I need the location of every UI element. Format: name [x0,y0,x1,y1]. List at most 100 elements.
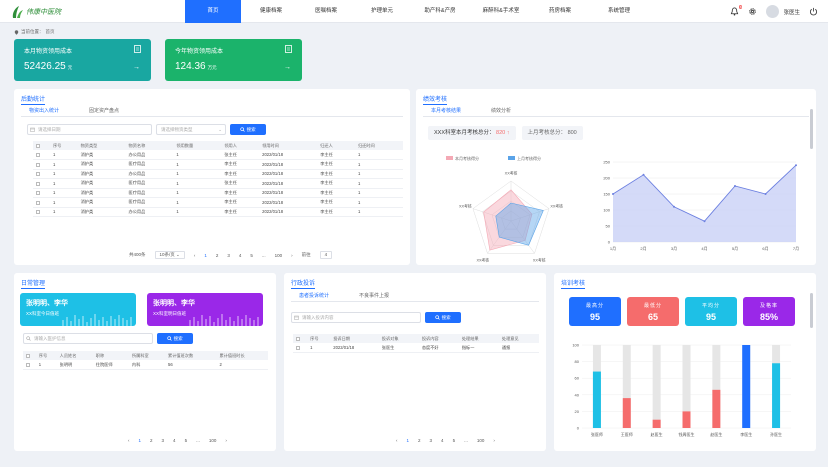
page-number[interactable]: 100 [275,253,283,258]
row-checkbox[interactable] [36,200,40,205]
arrow-right-icon[interactable]: → [133,64,140,71]
nav-item-4[interactable]: 助产科&产房 [412,0,468,23]
table-cell: 1 [49,207,78,217]
decorative-bar [114,319,116,326]
row-checkbox[interactable] [36,172,40,177]
table-cell: 张明明 [56,360,93,370]
arrow-right-icon[interactable]: → [284,64,291,71]
column-header [293,334,308,343]
complaint-search-input[interactable]: 请输入投诉内容 [291,312,421,323]
tab-adverse-events[interactable]: 不良事件上报 [351,291,397,301]
next-page-icon[interactable]: › [493,438,495,443]
date-picker[interactable]: 请选择日期 [27,124,152,135]
row-checkbox[interactable] [36,162,40,167]
row-checkbox[interactable] [36,191,40,196]
staff-search-button[interactable]: 搜索 [157,333,193,344]
tab-monthly-result[interactable]: 本月考核结果 [423,106,470,117]
top-nav: 伟康中医院 首页 健康档案 医嘱档案 护理单元 助产科&产房 麻醉科&手术室 药房档案 系统管… [0,0,828,23]
row-checkbox[interactable] [36,181,40,186]
page-number[interactable]: 4 [239,253,242,258]
table-row[interactable]: 1 消护类 医疗用品 1 李主任 2022/01/18 李主任 1 [33,159,403,170]
table-row[interactable]: 1 消护类 医疗用品 1 张主任 2022/01/18 李主任 1 [33,178,403,189]
decorative-bar [126,320,128,326]
prev-page-icon[interactable]: ‹ [396,438,398,443]
page-number[interactable]: 100 [209,438,217,443]
complaint-search-button[interactable]: 搜索 [425,312,461,323]
nav-item-5[interactable]: 麻醉科&手术室 [472,0,530,23]
scrollbar[interactable] [810,293,813,328]
goto-input[interactable]: 4 [319,251,333,259]
page-number[interactable]: ... [464,438,468,443]
table-cell: 1 [173,169,222,179]
next-page-icon[interactable]: › [291,253,293,258]
page-number[interactable]: 5 [250,253,253,258]
page-number[interactable]: 4 [441,438,444,443]
table-row[interactable]: 1 2022/01/18 张医生 态度不好 指标一 通报 [293,343,539,353]
row-checkbox[interactable] [26,362,30,367]
table-row[interactable]: 1 消护类 办公用品 1 李主任 2022/01/18 李主任 1 [33,169,403,179]
page-number[interactable]: 3 [227,253,230,258]
table-cell: 消护类 [77,159,126,170]
tab-performance-analysis[interactable]: 绩效分析 [483,106,519,116]
page-number[interactable]: 1 [139,438,142,443]
breadcrumb-current[interactable]: 首页 [46,29,55,35]
tab-complaint-stats[interactable]: 患者投诉统计 [291,291,338,302]
row-checkbox[interactable] [296,345,300,350]
duty-card[interactable]: 张明明、李华 XX科室明日值班 [147,293,263,326]
page-number[interactable]: 1 [204,253,207,258]
table-row[interactable]: 1 张明明 住院医师 内科 56 2 [23,360,268,370]
scrollbar[interactable] [810,109,813,149]
row-checkbox[interactable] [36,152,40,157]
page-number[interactable]: 100 [477,438,485,443]
nav-item-0[interactable]: 首页 [185,0,241,23]
table-cell: 1 [354,159,403,170]
gear-icon[interactable] [748,7,757,16]
page-size-select[interactable]: 10条/页 ⌄ [154,251,185,259]
select-all-checkbox[interactable] [26,353,30,358]
page-number[interactable]: ... [262,253,266,258]
stat-value: 52426.25 [24,61,66,72]
table-row[interactable]: 1 消护类 医疗用品 1 李主任 2022/01/18 李主任 1 [33,188,403,198]
tab-material-stats[interactable]: 物资出入统计 [21,106,68,117]
select-all-checkbox[interactable] [296,336,300,341]
avatar[interactable] [766,5,780,18]
nav-item-2[interactable]: 医嘱档案 [300,0,352,23]
page-number[interactable]: 1 [407,438,410,443]
nav-item-6[interactable]: 药房档案 [534,0,586,23]
logo[interactable]: 伟康中医院 [10,4,61,19]
user-name[interactable]: 张医生 [783,8,800,16]
stat-card-year[interactable]: 今年物资领用成本 124.36 万元 → [165,39,302,81]
nav-item-7[interactable]: 系统管理 [590,0,648,23]
row-checkbox[interactable] [36,210,40,215]
page-number[interactable]: 4 [173,438,176,443]
table-cell: 1 [173,188,222,198]
page-number[interactable]: 2 [150,438,153,443]
bell-icon[interactable]: 6 [730,5,743,16]
tab-asset-inventory[interactable]: 固定资产盘点 [81,106,127,116]
power-icon[interactable] [809,7,818,16]
search-button[interactable]: 搜索 [230,124,266,135]
page-number[interactable]: 5 [453,438,456,443]
page-number[interactable]: ... [196,438,200,443]
page-number[interactable]: 5 [185,438,188,443]
next-page-icon[interactable]: › [225,438,227,443]
page-number[interactable]: 2 [216,253,219,258]
decorative-bar [197,321,199,326]
table-row[interactable]: 1 消护类 医疗用品 1 李主任 2022/01/18 李主任 1 [33,197,403,208]
prev-page-icon[interactable]: ‹ [194,253,196,258]
select-all-checkbox[interactable] [36,143,40,148]
stat-card-month[interactable]: 本月物资领用成本 52426.25 元 → [14,39,151,81]
prev-page-icon[interactable]: ‹ [128,438,130,443]
nav-item-3[interactable]: 护理单元 [356,0,408,23]
page-number[interactable]: 3 [162,438,165,443]
table-row[interactable]: 1 消护类 办公用品 1 李主任 2022/01/18 李主任 1 [33,207,403,217]
staff-search-input[interactable]: 请输入医护信息 [23,333,153,344]
page-number[interactable]: 2 [418,438,421,443]
kpi-label: 及格率 [759,303,778,309]
page-number[interactable]: 3 [430,438,433,443]
duty-card[interactable]: 张明明、李华 XX科室今日值班 [20,293,136,326]
table-row[interactable]: 1 消护类 办公用品 1 张主任 2022/01/18 李主任 1 [33,150,403,160]
table-cell: 2022/01/18 [259,207,318,217]
material-type-select[interactable]: 请选择物资类型 ⌄ [156,124,226,135]
nav-item-1[interactable]: 健康档案 [245,0,297,23]
